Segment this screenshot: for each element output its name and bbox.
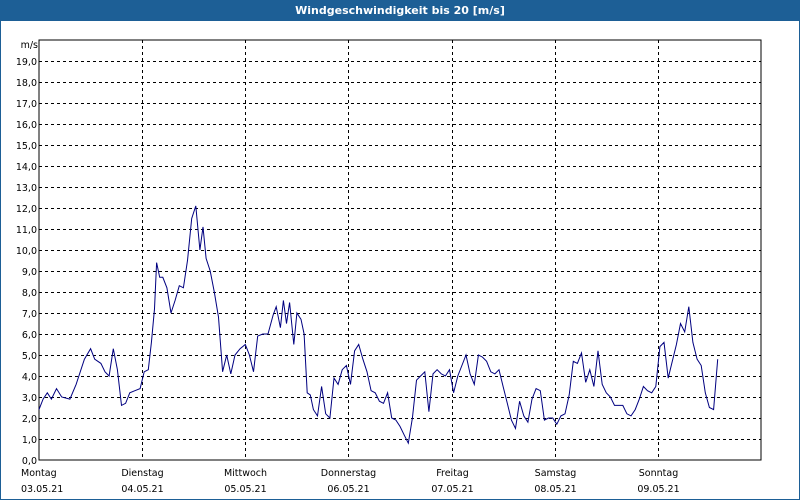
- wind-speed-line: [38, 205, 719, 445]
- series-layer: [38, 205, 719, 445]
- x-tick-day-label: Samstag: [535, 468, 577, 479]
- y-tick-label: 11,0: [16, 225, 37, 236]
- y-tick-label: 8,0: [22, 288, 37, 299]
- y-tick-label: 9,0: [22, 267, 37, 278]
- y-tick-label: 16,0: [16, 120, 37, 131]
- x-tick-day-label: Sonntag: [639, 468, 678, 479]
- y-tick-label: 0,0: [22, 456, 37, 467]
- x-tick-date-label: 07.05.21: [431, 484, 473, 495]
- y-tick-label: 6,0: [22, 330, 37, 341]
- x-tick-date-label: 03.05.21: [21, 484, 63, 495]
- y-tick-labels: 0,0 1,0 2,0 3,0 4,0 5,0 6,0 7,0 8,0 9,0 10,0 11,0 12…: [16, 57, 37, 467]
- x-tick-day-label: Dienstag: [121, 468, 163, 479]
- x-tick-date-label: 08.05.21: [534, 484, 576, 495]
- x-tick-day-label: Montag: [21, 468, 57, 479]
- y-axis-unit-label: m/s: [21, 40, 38, 51]
- y-tick-label: 1,0: [22, 435, 37, 446]
- y-tick-label: 17,0: [16, 99, 37, 110]
- y-tick-label: 12,0: [16, 204, 37, 215]
- y-tick-label: 4,0: [22, 372, 37, 383]
- x-tick-day-label: Freitag: [436, 468, 469, 479]
- x-tick-day-label: Mittwoch: [224, 468, 267, 479]
- y-tick-label: 13,0: [16, 183, 37, 194]
- y-tick-label: 7,0: [22, 309, 37, 320]
- x-tick-day-label: Donnerstag: [321, 468, 376, 479]
- y-tick-label: 5,0: [22, 351, 37, 362]
- y-tick-label: 18,0: [16, 78, 37, 89]
- y-tick-label: 2,0: [22, 414, 37, 425]
- x-tick-date-label: 05.05.21: [224, 484, 266, 495]
- x-tick-date-label: 04.05.21: [121, 484, 163, 495]
- y-tick-label: 14,0: [16, 162, 37, 173]
- y-tick-label: 10,0: [16, 246, 37, 257]
- y-tick-label: 3,0: [22, 393, 37, 404]
- wind-speed-chart: m/s 0,0 1,0 2,0 3,0 4,0 5,0 6,0 7,0 8,0 9,0 10,0 11…: [16, 39, 762, 495]
- y-tick-label: 19,0: [16, 57, 37, 68]
- y-tick-label: 15,0: [16, 141, 37, 152]
- x-tick-labels: Montag 03.05.21 Dienstag 04.05.21 Mittwoch 05…: [21, 468, 680, 495]
- grid-layer: [39, 40, 761, 460]
- x-tick-date-label: 06.05.21: [327, 484, 369, 495]
- x-tick-date-label: 09.05.21: [637, 484, 679, 495]
